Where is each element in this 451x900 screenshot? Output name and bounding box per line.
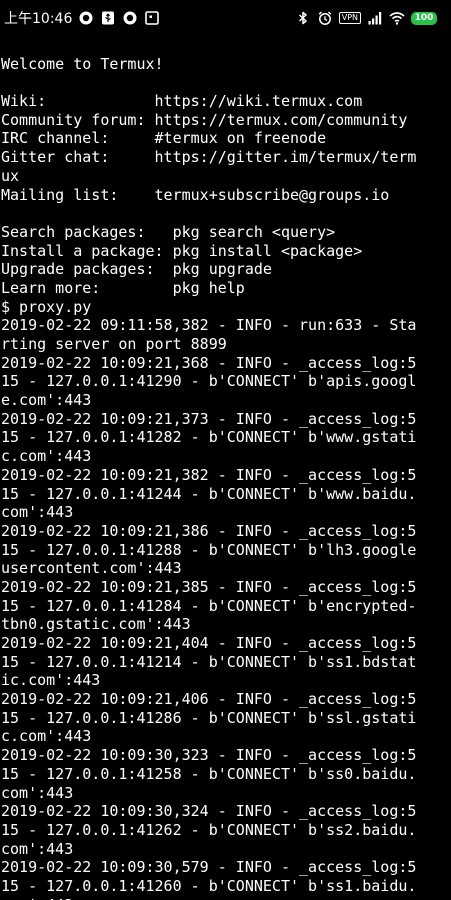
- usb-icon: [100, 10, 116, 26]
- terminal-line: com':443: [0, 896, 451, 900]
- terminal-line: 15 - 127.0.0.1:41262 - b'CONNECT' b'ss2.…: [1, 820, 417, 839]
- terminal-line: IRC channel: #termux on freenode: [1, 129, 327, 148]
- battery-icon: 100: [411, 11, 437, 25]
- status-bar-left: 上午10:46: [4, 8, 160, 28]
- terminal-line: 2019-02-22 10:09:30,579 - INFO - _access…: [1, 858, 417, 877]
- status-bar: 上午10:46 VPN 100: [0, 0, 451, 36]
- terminal-line: 15 - 127.0.0.1:41288 - b'CONNECT' b'lh3.…: [1, 540, 417, 559]
- terminal-line: 2019-02-22 09:11:58,382 - INFO - run:633…: [1, 316, 417, 335]
- notification-box-icon: [144, 10, 160, 26]
- terminal-line: Upgrade packages: pkg upgrade: [1, 260, 272, 279]
- terminal-line: Gitter chat: https://gitter.im/termux/te…: [1, 148, 417, 167]
- terminal-line: 15 - 127.0.0.1:41214 - b'CONNECT' b'ss1.…: [1, 652, 417, 671]
- terminal-line: 2019-02-22 10:09:30,324 - INFO - _access…: [1, 802, 417, 821]
- terminal-line: ic.com':443: [1, 671, 101, 690]
- terminal-line: usercontent.com':443: [1, 559, 182, 578]
- terminal-line: 15 - 127.0.0.1:41284 - b'CONNECT' b'encr…: [1, 596, 417, 615]
- terminal-line: 15 - 127.0.0.1:41244 - b'CONNECT' b'www.…: [1, 484, 417, 503]
- clock: 上午10:46: [4, 11, 73, 27]
- terminal-line: 15 - 127.0.0.1:41290 - b'CONNECT' b'apis…: [1, 372, 417, 391]
- bluetooth-icon: [295, 10, 311, 26]
- terminal-line: tbn0.gstatic.com':443: [1, 615, 191, 634]
- wifi-icon: [389, 10, 405, 26]
- terminal-line: Mailing list: termux+subscribe@groups.io: [1, 185, 390, 204]
- terminal-line: 2019-02-22 10:09:21,386 - INFO - _access…: [1, 521, 417, 540]
- terminal-output[interactable]: Welcome to Termux! Wiki: https://wiki.ter…: [0, 36, 451, 900]
- terminal-line: Learn more: pkg help: [1, 278, 245, 297]
- terminal-line: 2019-02-22 10:09:21,373 - INFO - _access…: [1, 409, 417, 428]
- record-icon: [78, 10, 94, 26]
- terminal-line: Wiki: https://wiki.termux.com: [1, 92, 363, 111]
- terminal-line: 15 - 127.0.0.1:41260 - b'CONNECT' b'ss1.…: [1, 876, 417, 895]
- terminal-line: com':443: [1, 503, 74, 522]
- terminal-line: rting server on port 8899: [1, 335, 227, 353]
- terminal-line: 2019-02-22 10:09:21,382 - INFO - _access…: [1, 465, 417, 484]
- terminal-line: 15 - 127.0.0.1:41286 - b'CONNECT' b'ssl.…: [1, 708, 417, 727]
- status-bar-right: VPN 100: [295, 8, 437, 28]
- terminal-line: 2019-02-22 10:09:30,323 - INFO - _access…: [1, 746, 417, 765]
- terminal-line: 2019-02-22 10:09:21,404 - INFO - _access…: [1, 634, 417, 652]
- terminal-line: com':443: [1, 783, 74, 802]
- terminal-line: 15 - 127.0.0.1:41282 - b'CONNECT' b'www.…: [1, 428, 417, 447]
- record-icon: [122, 10, 138, 26]
- terminal-line: e.com':443: [1, 391, 92, 410]
- terminal-line: ux: [1, 166, 20, 185]
- terminal-line: com':443: [1, 839, 74, 858]
- terminal-line: c.com':443: [1, 727, 92, 746]
- terminal-line: Welcome to Termux!: [1, 54, 164, 73]
- terminal-line: c.com':443: [1, 447, 92, 466]
- terminal-line: 2019-02-22 10:09:21,406 - INFO - _access…: [1, 690, 417, 709]
- terminal-line: Install a package: pkg install <package>: [1, 241, 363, 260]
- terminal-line: 2019-02-22 10:09:21,368 - INFO - _access…: [1, 353, 417, 372]
- terminal-line: Search packages: pkg search <query>: [1, 222, 336, 241]
- terminal-line: 15 - 127.0.0.1:41258 - b'CONNECT' b'ss0.…: [1, 764, 417, 783]
- terminal-line: 2019-02-22 10:09:21,385 - INFO - _access…: [1, 577, 417, 596]
- vpn-icon: VPN: [338, 12, 361, 24]
- alarm-icon: [317, 10, 333, 26]
- signal-icon: [367, 10, 383, 26]
- terminal-line: $ proxy.py: [1, 297, 92, 316]
- terminal-line: Community forum: https://termux.com/comm…: [1, 110, 408, 129]
